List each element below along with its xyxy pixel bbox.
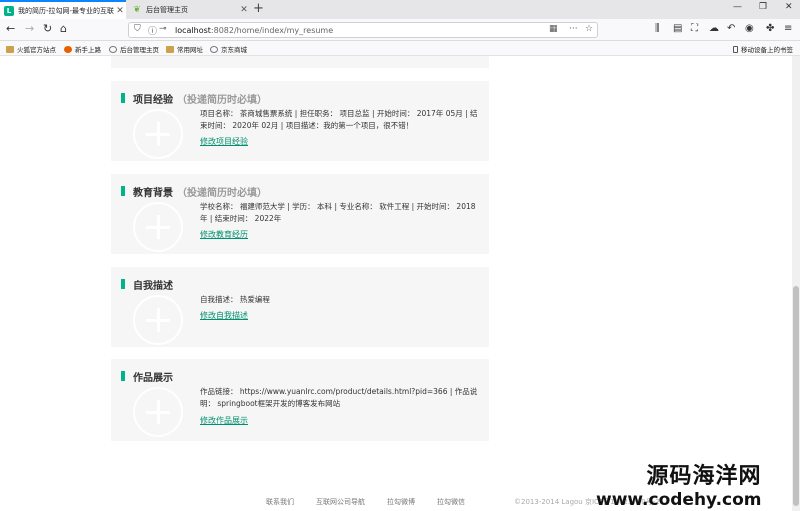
page-scrollbar[interactable]: [792, 56, 800, 511]
previous-section-bottom: [111, 56, 489, 68]
scrollbar-thumb[interactable]: [793, 286, 799, 506]
edit-works-link[interactable]: 修改作品展示: [200, 415, 248, 426]
forward-icon[interactable]: →: [25, 22, 34, 36]
firefox-icon: [64, 45, 72, 53]
globe-icon: [210, 45, 218, 53]
tab-bar: L 我的简历-拉勾网-最专业的互联网招聘平台 ✕ ❦ 后台管理主页 ✕ + — …: [0, 0, 800, 19]
address-bar[interactable]: ⛉ ⓘ ⊸ localhost:8082/home/index/my_resum…: [128, 22, 598, 38]
bookmark-item[interactable]: 京东商城: [210, 44, 247, 54]
section-title: 作品展示: [133, 373, 173, 384]
sidebar-icon[interactable]: ▤: [673, 22, 682, 36]
footer-link-contact[interactable]: 联系我们: [266, 498, 294, 506]
close-window-icon[interactable]: ✕: [785, 2, 793, 12]
spring-leaf-icon: ❦: [133, 4, 141, 15]
works-section: 作品展示 作品链接： https://www.yuanlrc.com/produ…: [111, 359, 489, 441]
new-tab-button[interactable]: +: [253, 1, 264, 16]
watermark-line-2: www.codehy.com: [596, 490, 762, 510]
section-marker: [121, 371, 125, 381]
lagou-icon: L: [4, 5, 14, 16]
section-marker: [121, 93, 125, 103]
works-info: 作品链接： https://www.yuanlrc.com/product/de…: [200, 387, 478, 408]
edit-education-link[interactable]: 修改教育经历: [200, 229, 248, 240]
footer-links: 联系我们 互联网公司导航 拉勾微博 拉勾微信: [266, 497, 487, 507]
globe-icon: [109, 45, 117, 53]
library-icon[interactable]: ⫼: [655, 22, 660, 36]
project-experience-section: 项目经验 （投递简历时必填） 项目名称： 茶商城售票系统 | 担任职务： 项目总监…: [111, 81, 489, 161]
page-content: 项目经验 （投递简历时必填） 项目名称： 茶商城售票系统 | 担任职务： 项目总监…: [0, 56, 800, 511]
add-works-icon[interactable]: [133, 387, 183, 437]
tab-my-resume[interactable]: L 我的简历-拉勾网-最专业的互联网招聘平台 ✕: [0, 0, 126, 19]
close-tab-icon[interactable]: ✕: [238, 5, 250, 15]
self-description-section: 自我描述 自我描述： 热爱编程 修改自我描述: [111, 267, 489, 347]
chat-icon[interactable]: ☁: [709, 22, 719, 36]
account-icon[interactable]: ◉: [745, 22, 754, 36]
footer-link-weibo[interactable]: 拉勾微博: [387, 498, 415, 506]
extensions-icon[interactable]: ✤: [766, 22, 774, 36]
mobile-icon: [733, 45, 738, 53]
bookmarks-bar: 火狐官方站点 新手上路 后台管理主页 常用网址 京东商城 移动设备上的书签: [0, 41, 800, 56]
footer-link-company-nav[interactable]: 互联网公司导航: [316, 498, 365, 506]
minimize-icon[interactable]: —: [733, 2, 742, 12]
edit-self-description-link[interactable]: 修改自我描述: [200, 310, 248, 321]
more-actions-icon[interactable]: ···: [569, 24, 578, 34]
tab-admin-home[interactable]: ❦ 后台管理主页 ✕: [128, 0, 250, 19]
navigation-bar: ← → ↻ ⌂ ⛉ ⓘ ⊸ localhost:8082/home/index/…: [0, 19, 800, 41]
add-self-description-icon[interactable]: [133, 295, 183, 345]
bookmark-star-icon[interactable]: ☆: [585, 24, 593, 34]
tab-title: 后台管理主页: [146, 5, 188, 14]
bookmark-item[interactable]: 后台管理主页: [109, 44, 159, 54]
bookmark-item[interactable]: 新手上路: [64, 44, 101, 54]
watermark: 源码海洋网 www.codehy.com: [596, 458, 762, 510]
bookmark-item[interactable]: 火狐官方站点: [6, 44, 56, 54]
qr-code-icon[interactable]: ▦: [549, 24, 558, 34]
tab-title: 我的简历-拉勾网-最专业的互联网招聘平台: [18, 6, 114, 15]
section-title: 自我描述: [133, 281, 173, 292]
close-tab-icon[interactable]: ✕: [114, 6, 126, 16]
back-icon[interactable]: ←: [6, 22, 15, 36]
info-icon[interactable]: ⓘ: [148, 24, 157, 37]
folder-icon: [166, 45, 174, 53]
self-description-info: 自我描述： 热爱编程: [200, 295, 270, 304]
section-marker: [121, 186, 125, 196]
footer-link-wechat[interactable]: 拉勾微信: [437, 498, 465, 506]
section-marker: [121, 279, 125, 289]
education-section: 教育背景 （投递简历时必填） 学校名称： 福建师范大学 | 学历： 本科 | 专业…: [111, 174, 489, 254]
add-project-icon[interactable]: [133, 109, 183, 159]
screenshot-icon[interactable]: ⛶: [691, 22, 698, 36]
project-info: 项目名称： 茶商城售票系统 | 担任职务： 项目总监 | 开始时间： 2017年…: [200, 109, 478, 130]
key-icon[interactable]: ⊸: [159, 24, 167, 34]
bookmark-item[interactable]: 常用网址: [166, 44, 203, 54]
section-title: 项目经验 （投递简历时必填）: [133, 95, 267, 106]
education-info: 学校名称： 福建师范大学 | 学历： 本科 | 专业名称： 软件工程 | 开始时…: [200, 202, 476, 223]
menu-icon[interactable]: ≡: [784, 22, 792, 36]
folder-icon: [6, 45, 14, 53]
reload-icon[interactable]: ↻: [43, 22, 52, 36]
undo-icon[interactable]: ↶: [727, 22, 735, 36]
add-education-icon[interactable]: [133, 202, 183, 252]
edit-project-link[interactable]: 修改项目经验: [200, 136, 248, 147]
mobile-bookmarks[interactable]: 移动设备上的书签: [733, 44, 793, 54]
url-host: localhost: [175, 25, 211, 35]
maximize-icon[interactable]: ❐: [759, 2, 767, 12]
url-path: :8082/home/index/my_resume: [210, 25, 334, 35]
home-icon[interactable]: ⌂: [60, 22, 67, 36]
shield-icon[interactable]: ⛉: [134, 24, 141, 34]
section-title: 教育背景 （投递简历时必填）: [133, 188, 267, 199]
watermark-line-1: 源码海洋网: [646, 464, 762, 489]
